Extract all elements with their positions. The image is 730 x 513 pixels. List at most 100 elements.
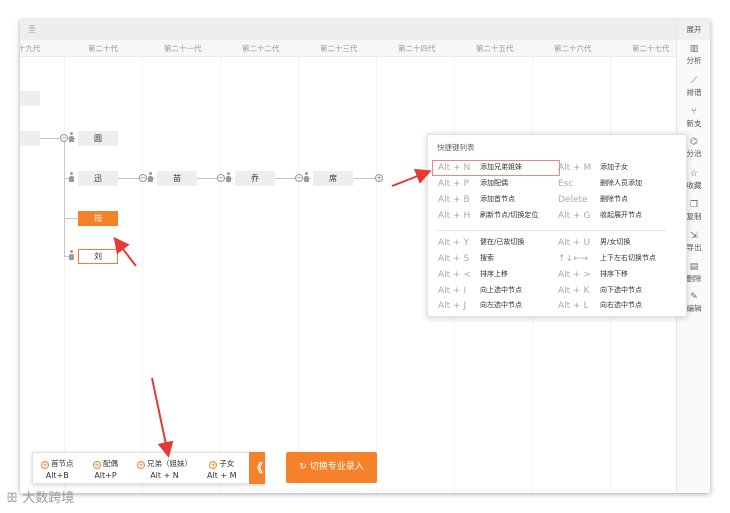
shortcut-key: Delete	[558, 195, 588, 205]
generation-label: 第二十五代	[476, 44, 514, 53]
collapse-node-icon[interactable]: −	[217, 174, 225, 182]
sidebar-item-label: 删除	[686, 274, 702, 283]
sidebar-expand-button[interactable]: 展开	[677, 20, 710, 40]
shortcut-desc: 删除节点	[600, 195, 628, 203]
watermark-logo-icon: ꕥ	[6, 491, 23, 506]
toolbar-item-label: 兄弟（姐妹）	[147, 459, 192, 468]
generation-label: 第二十二代	[242, 44, 280, 53]
shortcut-divider	[436, 230, 666, 231]
shortcut-row: Alt + M 添加子女	[558, 162, 628, 176]
tree-connector	[197, 178, 217, 179]
toolbar-item-shortcut: Alt+B	[45, 471, 69, 480]
generation-label: 第二十七代	[632, 44, 670, 53]
person-icon	[303, 172, 310, 182]
sidebar-item-layout[interactable]: ⟋ 排谱	[677, 77, 710, 98]
plus-circle-icon: +	[93, 461, 101, 469]
shortcut-desc: 排序上移	[480, 270, 508, 278]
sidebar-item-label: 导出	[686, 243, 702, 252]
shortcut-desc: 向右选中节点	[600, 301, 642, 309]
shortcut-key: Alt + S	[438, 254, 470, 264]
plus-circle-icon: +	[209, 461, 218, 469]
toolbar-item-shortcut: Alt+P	[94, 471, 117, 480]
edit-icon: ✎	[690, 292, 698, 302]
shortcut-row: ↑↓←→ 上下左右切换节点	[558, 253, 656, 267]
collapse-node-icon[interactable]: −	[295, 174, 303, 182]
tree-node[interactable]: 迅	[78, 171, 118, 186]
shortcut-key: Alt + L	[558, 301, 589, 311]
shortcut-row: Alt + Y 健在/已故切换	[438, 237, 524, 251]
toolbar-item-label: 首节点	[51, 459, 74, 468]
highlight-box	[432, 160, 560, 176]
shortcut-key: Alt + G	[558, 211, 591, 221]
sidebar-item-label: 复制	[686, 212, 702, 221]
add-spouse-button[interactable]: + 配偶 Alt+P	[93, 458, 118, 480]
shortcut-key: ↑↓←→	[558, 254, 589, 264]
sidebar-item-analysis[interactable]: ▥ 分析	[677, 45, 710, 66]
add-head-node-button[interactable]: + 首节点 Alt+B	[41, 458, 74, 480]
tree-node[interactable]: 圆	[78, 131, 118, 146]
tree-node[interactable]	[20, 131, 40, 146]
shortcut-key: Alt + H	[438, 211, 471, 221]
shortcut-desc: 搜索	[480, 254, 494, 262]
shortcut-row: Alt + U 男/女切换	[558, 237, 630, 251]
tree-node-editing[interactable]: 刘	[78, 249, 118, 264]
tree-node[interactable]: 苗	[157, 171, 197, 186]
shortcut-desc: 向左选中节点	[480, 301, 522, 309]
shortcut-row: Alt + H 刷新节点/切换定位	[438, 210, 538, 224]
shortcut-key: Alt + K	[558, 286, 590, 296]
toolbar-item-shortcut: Alt + M	[207, 471, 237, 480]
shortcut-row: Alt + G 收起展开节点	[558, 210, 642, 224]
tree-node-selected[interactable]: 筠	[78, 211, 118, 226]
branch-icon: ⑂	[691, 107, 697, 117]
shortcut-key: Alt + U	[558, 238, 591, 248]
switch-button-label: 切换专业录入	[309, 462, 364, 472]
shortcut-desc: 健在/已故切换	[480, 238, 525, 246]
bottom-toolbar: + 首节点 Alt+B + 配偶 Alt+P + 兄弟（姐妹） Alt + N + 子女…	[32, 452, 264, 484]
collapse-toolbar-button[interactable]: 《	[249, 452, 265, 484]
sidebar-item-label: 分治	[686, 149, 702, 158]
tree-node[interactable]	[20, 91, 40, 106]
shortcut-key: Alt + Y	[438, 238, 469, 248]
shortcut-row: Alt + > 排序下移	[558, 269, 628, 283]
sidebar-item-new-branch[interactable]: ⑂ 新支	[677, 108, 710, 129]
shortcut-row: Alt + B 添加首节点	[438, 194, 515, 208]
add-sibling-button[interactable]: + 兄弟（姐妹） Alt + N	[137, 458, 192, 480]
tree-node[interactable]: 乔	[235, 171, 275, 186]
person-icon	[68, 172, 75, 182]
tree-connector	[64, 142, 65, 256]
sidebar-item-label: 排谱	[686, 88, 702, 97]
top-bar-text: 圣	[28, 25, 36, 34]
shortcut-desc: 男/女切换	[600, 238, 631, 246]
generation-label: 第二十六代	[554, 44, 592, 53]
shortcut-key: Alt + >	[558, 270, 591, 280]
shortcut-desc: 向下选中节点	[600, 286, 642, 294]
shortcut-desc: 添加首节点	[480, 195, 515, 203]
sidebar-item-label: 新支	[686, 119, 702, 128]
shortcut-row: Alt + I 向上选中节点	[438, 285, 522, 299]
sidebar-item-label: 收藏	[686, 181, 702, 190]
shortcut-row: Alt + K 向下选中节点	[558, 285, 642, 299]
generation-label: 第二十一代	[164, 44, 202, 53]
shortcut-key: Esc	[558, 179, 574, 189]
shortcut-desc: 收起展开节点	[600, 211, 642, 219]
shortcut-desc: 删除人员添加	[600, 179, 642, 187]
shortcut-row: Alt + < 排序上移	[438, 269, 508, 283]
toolbar-item-label: 子女	[219, 459, 235, 468]
add-node-icon[interactable]: +	[375, 174, 383, 182]
delete-icon: ▤	[689, 262, 699, 272]
person-icon	[68, 132, 75, 142]
shortcut-list-title: 快捷键列表	[437, 143, 475, 152]
shortcut-desc: 刷新节点/切换定位	[480, 211, 539, 219]
tree-node[interactable]: 席	[313, 171, 353, 186]
add-child-button[interactable]: + 子女 Alt + M	[207, 458, 237, 480]
shortcut-key: Alt + <	[438, 270, 471, 280]
tree-connector	[40, 138, 60, 139]
collapse-node-icon[interactable]: −	[139, 174, 147, 182]
star-icon: ☆	[689, 169, 699, 179]
refresh-icon: ↻	[299, 462, 307, 472]
trend-icon: ⟋	[690, 76, 698, 86]
switch-professional-entry-button[interactable]: ↻ 切换专业录入	[286, 452, 377, 483]
collapse-node-icon[interactable]: −	[60, 134, 68, 142]
shortcut-row: Delete 删除节点	[558, 194, 628, 208]
plus-circle-icon: +	[41, 461, 49, 469]
